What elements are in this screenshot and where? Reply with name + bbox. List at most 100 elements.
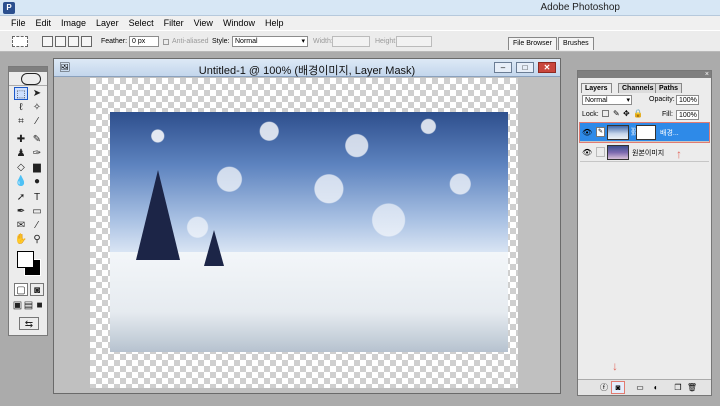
menu-view[interactable]: View xyxy=(189,18,218,28)
jump-to-imageready-icon[interactable]: ⇆ xyxy=(19,317,39,330)
tab-paths[interactable]: Paths xyxy=(655,83,683,93)
blur-tool-icon[interactable]: 💧 xyxy=(14,175,28,188)
layer-row-selected[interactable]: 👁 ✎ ⛓ 배경... xyxy=(579,122,710,143)
tab-layers[interactable]: Layers xyxy=(581,83,612,93)
healing-brush-tool-icon[interactable]: ✚ xyxy=(14,133,28,146)
antialiased-checkbox[interactable] xyxy=(163,39,169,45)
chevron-down-icon: ▾ xyxy=(626,97,630,104)
pine-tree-small xyxy=(204,230,224,266)
delete-layer-icon[interactable]: 🗑 xyxy=(686,382,698,393)
tab-channels[interactable]: Channels xyxy=(618,83,658,93)
blend-mode-select[interactable]: Normal ▾ xyxy=(582,95,632,105)
style-label: Style: xyxy=(212,38,230,45)
add-selection-icon[interactable] xyxy=(55,36,66,47)
add-layer-mask-icon[interactable]: ◙ xyxy=(611,381,625,394)
canvas[interactable] xyxy=(90,78,518,388)
subtract-selection-icon[interactable] xyxy=(68,36,79,47)
menu-select[interactable]: Select xyxy=(124,18,159,28)
close-button[interactable]: ✕ xyxy=(538,62,556,73)
marquee-tool-preset-icon[interactable] xyxy=(12,36,28,47)
slice-tool-icon[interactable]: ∕ xyxy=(30,115,44,128)
menu-help[interactable]: Help xyxy=(260,18,289,28)
options-bar: Feather: 0 px Anti-aliased Style: Normal… xyxy=(0,30,720,52)
new-layer-icon[interactable]: ❐ xyxy=(672,382,684,393)
rect-marquee-tool-icon[interactable]: ⬚ xyxy=(14,87,28,100)
lock-transparency-icon[interactable] xyxy=(602,110,609,117)
eraser-tool-icon[interactable]: ◇ xyxy=(14,161,28,174)
brush-tool-icon[interactable]: ✎ xyxy=(30,133,44,146)
shape-tool-icon[interactable]: ▭ xyxy=(30,205,44,218)
eyedropper-tool-icon[interactable]: ⁄ xyxy=(30,219,44,232)
width-input[interactable] xyxy=(332,36,370,47)
menu-file[interactable]: File xyxy=(6,18,31,28)
height-input[interactable] xyxy=(396,36,432,47)
menu-edit[interactable]: Edit xyxy=(31,18,57,28)
lock-all-icon[interactable]: 🔒 xyxy=(633,109,643,118)
clone-stamp-tool-icon[interactable]: ♟ xyxy=(14,147,28,160)
layer-name[interactable]: 원본이미지 xyxy=(632,148,664,158)
layer-thumbnail[interactable] xyxy=(607,145,629,160)
opacity-input[interactable]: 100% xyxy=(676,95,699,105)
dodge-tool-icon[interactable]: ● xyxy=(30,175,44,188)
fill-input[interactable]: 100% xyxy=(676,110,699,120)
document-title: Untitled-1 @ 100% (배경이미지, Layer Mask) xyxy=(198,65,416,77)
menu-window[interactable]: Window xyxy=(218,18,260,28)
gradient-tool-icon[interactable]: ▆ xyxy=(30,161,44,174)
palette-well-brushes-tab[interactable]: Brushes xyxy=(558,37,594,50)
menu-image[interactable]: Image xyxy=(56,18,91,28)
screen-mode-full-icon[interactable]: ■ xyxy=(34,299,45,312)
toolbox: ⬚ ➤ ℓ ✧ ⌗ ∕ ✚ ✎ ♟ ✑ ◇ ▆ 💧 ● ➚ T ✒ ▭ ✉ ⁄ … xyxy=(8,66,48,336)
panel-close-icon[interactable]: × xyxy=(705,71,709,78)
menu-layer[interactable]: Layer xyxy=(91,18,124,28)
lock-paint-icon[interactable]: ✎ xyxy=(613,109,620,118)
foreground-color-swatch[interactable] xyxy=(17,251,34,268)
screen-mode-full-menu-icon[interactable]: ▤ xyxy=(23,299,34,312)
chevron-down-icon: ▾ xyxy=(301,38,305,45)
palette-well-file-browser-tab[interactable]: File Browser xyxy=(508,37,557,50)
fill-label: Fill: xyxy=(662,111,673,118)
lock-move-icon[interactable]: ✥ xyxy=(623,109,630,118)
antialiased-label: Anti-aliased xyxy=(172,38,209,45)
layer-mask-thumbnail[interactable] xyxy=(636,125,656,140)
pen-tool-icon[interactable]: ✒ xyxy=(14,205,28,218)
lock-row: Lock: ✎ ✥ 🔒 Fill: 100% xyxy=(580,109,709,122)
feather-label: Feather: xyxy=(101,38,128,45)
crop-tool-icon[interactable]: ⌗ xyxy=(14,115,28,128)
new-adjustment-layer-icon[interactable]: ◐ xyxy=(650,382,662,393)
visibility-eye-icon[interactable]: 👁 xyxy=(582,128,592,137)
layer-row[interactable]: 👁 원본이미지 xyxy=(580,143,709,162)
hand-tool-icon[interactable]: ✋ xyxy=(14,233,28,246)
layer-brush-icon[interactable] xyxy=(596,147,605,157)
app-title-bar: P Adobe Photoshop xyxy=(0,0,720,16)
menu-filter[interactable]: Filter xyxy=(159,18,189,28)
lasso-tool-icon[interactable]: ℓ xyxy=(14,101,28,114)
quick-mask-mode-icon[interactable]: ◙ xyxy=(30,283,44,296)
panel-grip[interactable]: × xyxy=(578,71,711,78)
visibility-eye-icon[interactable]: 👁 xyxy=(582,148,592,157)
screen-mode-standard-icon[interactable]: ▣ xyxy=(12,299,23,312)
path-selection-tool-icon[interactable]: ➚ xyxy=(14,191,28,204)
document-window: 🖼 Untitled-1 @ 100% (배경이미지, Layer Mask) … xyxy=(53,58,561,394)
document-title-bar[interactable]: 🖼 Untitled-1 @ 100% (배경이미지, Layer Mask) … xyxy=(54,59,560,77)
standard-mode-icon[interactable]: ▢ xyxy=(14,283,28,296)
width-label: Width: xyxy=(313,38,333,45)
layer-brush-icon[interactable]: ✎ xyxy=(596,127,605,137)
layer-thumbnail[interactable] xyxy=(607,125,629,140)
intersect-selection-icon[interactable] xyxy=(81,36,92,47)
layer-style-icon[interactable]: ⓕ xyxy=(598,382,610,393)
type-tool-icon[interactable]: T xyxy=(30,191,44,204)
minimize-button[interactable]: – xyxy=(494,62,512,73)
new-set-icon[interactable]: ▭ xyxy=(634,382,646,393)
notes-tool-icon[interactable]: ✉ xyxy=(14,219,28,232)
move-tool-icon[interactable]: ➤ xyxy=(30,87,44,100)
feather-input[interactable]: 0 px xyxy=(129,36,159,47)
new-selection-icon[interactable] xyxy=(42,36,53,47)
maximize-button[interactable]: □ xyxy=(516,62,534,73)
layer-name[interactable]: 배경... xyxy=(660,128,679,138)
magic-wand-tool-icon[interactable]: ✧ xyxy=(30,101,44,114)
zoom-tool-icon[interactable]: ⚲ xyxy=(30,233,44,246)
height-label: Height: xyxy=(375,38,398,45)
history-brush-tool-icon[interactable]: ✑ xyxy=(30,147,44,160)
layers-panel: × Layers Channels Paths Normal ▾ Opacity:… xyxy=(577,70,712,396)
style-select[interactable]: Normal ▾ xyxy=(232,36,308,47)
